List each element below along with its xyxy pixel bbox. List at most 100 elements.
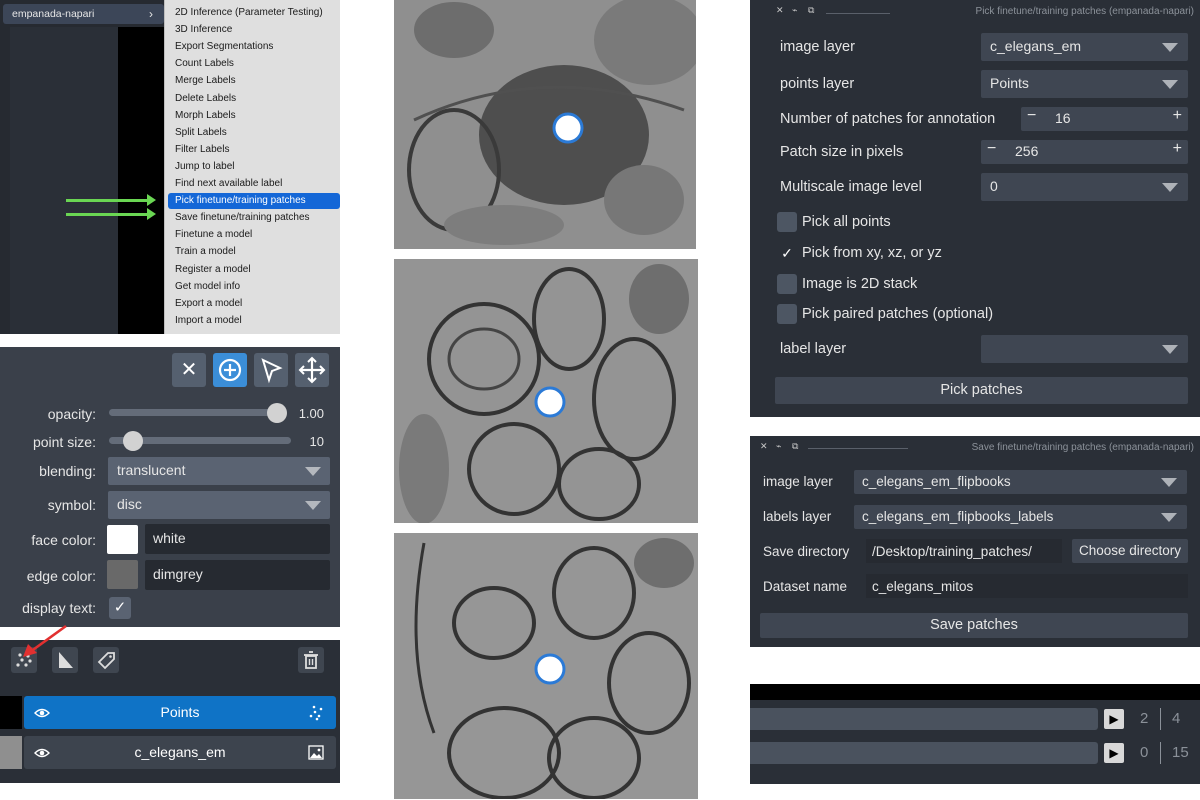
image-layer-icon [308,745,324,760]
edge-color-field[interactable]: dimgrey [145,560,330,590]
label-layer-dropdown[interactable] [981,335,1188,363]
add-points-button[interactable] [213,353,247,387]
menu-item[interactable]: Morph Labels [168,108,340,124]
pick-all-points-checkbox[interactable] [777,212,797,232]
em-image-1[interactable] [394,0,696,249]
paired-patches-checkbox[interactable] [777,304,797,324]
new-labels-layer-button[interactable] [93,647,119,673]
point-marker[interactable] [552,112,584,144]
title-divider [826,13,890,14]
menu-item[interactable]: Import a model [168,313,340,329]
delete-layer-button[interactable] [298,647,324,673]
menu-item[interactable]: Register a model [168,262,340,278]
labels-layer-dropdown[interactable]: c_elegans_em_flipbooks_labels [854,505,1187,529]
point-size-slider[interactable] [109,431,291,451]
image-layer-dropdown[interactable]: c_elegans_em [981,33,1188,61]
face-color-swatch[interactable] [107,525,138,554]
face-color-value: white [153,530,186,546]
point-marker[interactable] [534,653,566,685]
empanada-napari-submenu[interactable]: empanada-napari › [3,4,164,24]
minus-icon[interactable]: − [1027,107,1036,125]
plus-icon[interactable]: + [1173,140,1182,158]
menu-item[interactable]: Delete Labels [168,91,340,107]
symbol-dropdown[interactable]: disc [108,491,330,519]
dropdown-arrow-icon [1162,345,1178,354]
delete-selected-points-button[interactable]: ✕ [172,353,206,387]
num-patches-spinbox[interactable]: − 16 + [1021,107,1188,131]
menu-item-label: Pick finetune/training patches [175,195,306,207]
play-button[interactable]: ▶ [1104,743,1124,763]
menu-item[interactable]: Split Labels [168,125,340,141]
patch-size-spinbox[interactable]: − 256 + [981,140,1188,164]
em-image-2[interactable] [394,259,698,523]
edge-color-swatch[interactable] [107,560,138,589]
dropdown-arrow-icon [1162,183,1178,192]
image-2d-stack-checkbox[interactable] [777,274,797,294]
menu-item[interactable]: Save finetune/training patches [168,210,340,226]
dropdown-arrow-icon [1162,80,1178,89]
point-marker[interactable] [534,386,566,418]
menu-item[interactable]: Train a model [168,244,340,260]
menu-item[interactable]: 2D Inference (Parameter Testing) [168,5,340,21]
layer-row-c-elegans-em[interactable]: c_elegans_em [24,736,336,769]
menu-item[interactable]: Jump to label [168,159,340,175]
pick-patches-button[interactable]: Pick patches [775,377,1188,404]
menu-item-label: Train a model [175,246,236,258]
save-directory-field[interactable]: /Desktop/training_patches/ [866,539,1062,563]
hide-icon[interactable]: ⧉ [808,5,814,16]
play-button[interactable]: ▶ [1104,709,1124,729]
menu-item[interactable]: Export a model [168,296,340,312]
play-icon: ▶ [1109,746,1119,760]
image-layer-dropdown[interactable]: c_elegans_em_flipbooks [854,470,1187,494]
green-arrow-annotation [66,208,156,220]
image-layer-value: c_elegans_em [990,38,1082,54]
menu-item[interactable]: Merge Labels [168,73,340,89]
float-icon[interactable]: ⌁ [792,5,797,16]
close-icon[interactable]: ✕ [760,441,768,452]
face-color-field[interactable]: white [145,524,330,554]
pick-all-points-label: Pick all points [802,214,891,230]
blending-dropdown[interactable]: translucent [108,457,330,485]
pick-from-planes-checkbox[interactable]: ✓ [777,243,797,263]
opacity-slider[interactable] [109,403,287,423]
point-size-slider-handle[interactable] [122,431,143,451]
points-layer-icon [309,705,323,721]
em-micrograph [394,0,696,249]
menu-item[interactable]: Filter Labels [168,142,340,158]
point-size-label: point size: [32,434,96,450]
dim-current-value[interactable]: 2 [1140,710,1148,727]
menu-item-label: Finetune a model [175,229,253,241]
em-image-3[interactable] [394,533,698,799]
menu-item[interactable]: Pick finetune/training patches [168,193,340,210]
menu-item[interactable]: Count Labels [168,56,340,72]
float-icon[interactable]: ⌁ [776,441,781,452]
dropdown-arrow-icon [305,501,321,510]
layer-thumbnail-points [0,696,22,729]
menu-item[interactable]: Finetune a model [168,227,340,243]
choose-directory-button[interactable]: Choose directory [1072,539,1188,563]
dataset-name-field[interactable]: c_elegans_mitos [866,574,1188,598]
multiscale-dropdown[interactable]: 0 [981,173,1188,201]
num-patches-value: 16 [1055,110,1071,126]
select-points-button[interactable] [254,353,288,387]
dim-current-value[interactable]: 0 [1140,744,1148,761]
plus-icon[interactable]: + [1173,107,1182,125]
submenu-label: empanada-napari [12,8,95,20]
opacity-slider-handle[interactable] [267,403,287,423]
points-layer-dropdown[interactable]: Points [981,70,1188,98]
close-icon[interactable]: ✕ [776,5,784,16]
side-strip [0,27,10,334]
menu-item[interactable]: Get model info [168,279,340,295]
menu-item[interactable]: Export Segmentations [168,39,340,55]
layer-row-points[interactable]: Points [24,696,336,729]
display-text-checkbox[interactable]: ✓ [109,597,131,619]
minus-icon[interactable]: − [987,140,996,158]
dim-slider-1[interactable] [750,742,1098,764]
pan-zoom-button[interactable] [295,353,329,387]
hide-icon[interactable]: ⧉ [792,441,798,452]
blending-value: translucent [117,462,186,478]
save-patches-button[interactable]: Save patches [760,613,1188,638]
menu-item[interactable]: Find next available label [168,176,340,192]
menu-item[interactable]: 3D Inference [168,22,340,38]
dim-slider-0[interactable] [750,708,1098,730]
